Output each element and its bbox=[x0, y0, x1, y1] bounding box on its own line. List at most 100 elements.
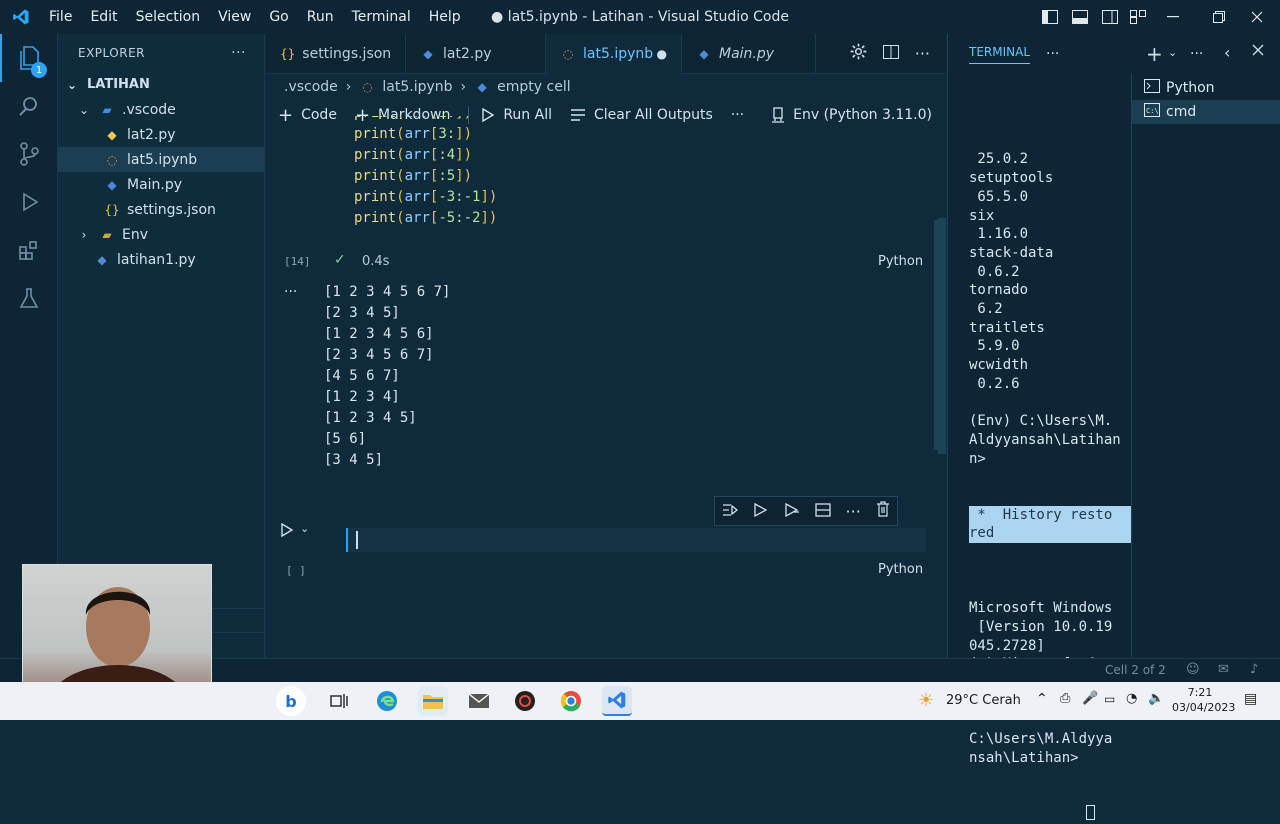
folder-root[interactable]: ⌄ LATIHAN bbox=[58, 72, 264, 97]
cell-more-icon[interactable]: ··· bbox=[846, 502, 861, 521]
clock[interactable]: 7:21 03/04/2023 bbox=[1172, 685, 1235, 715]
menu-file[interactable]: File bbox=[40, 9, 81, 25]
weather-text[interactable]: 29°C Cerah bbox=[946, 693, 1021, 708]
editor-more-icon[interactable]: ··· bbox=[915, 44, 930, 63]
vscode-logo-icon bbox=[10, 6, 32, 28]
split-cell-icon[interactable] bbox=[815, 502, 831, 521]
close-window-icon[interactable] bbox=[1234, 0, 1280, 34]
python-file-icon: ◆ bbox=[699, 47, 709, 61]
bing-icon[interactable]: b bbox=[276, 686, 306, 716]
terminal-item-python[interactable]: Python bbox=[1132, 76, 1280, 100]
minimize-icon[interactable] bbox=[1150, 0, 1196, 34]
close-panel-icon[interactable] bbox=[1252, 44, 1264, 59]
armoury-icon[interactable] bbox=[510, 686, 540, 716]
file-settings[interactable]: {} settings.json bbox=[58, 197, 264, 222]
terminal-list-divider bbox=[1131, 74, 1132, 658]
folder-env[interactable]: › ▰ Env bbox=[58, 222, 264, 247]
output-more-icon[interactable]: ··· bbox=[284, 284, 297, 300]
exec-time: 0.4s bbox=[362, 254, 390, 269]
file-lat5[interactable]: ◌ lat5.ipynb bbox=[58, 147, 264, 172]
breadcrumb-cell[interactable]: empty cell bbox=[497, 79, 570, 95]
chevron-down-icon[interactable]: ⌄ bbox=[300, 522, 309, 535]
terminal-more-icon[interactable]: ··· bbox=[1046, 46, 1059, 62]
mail-icon[interactable] bbox=[464, 686, 494, 716]
extensions-icon[interactable] bbox=[0, 226, 58, 274]
chevron-right-icon: › bbox=[81, 227, 87, 242]
menu-run[interactable]: Run bbox=[298, 9, 343, 25]
breadcrumb: .vscode › ◌ lat5.ipynb › ◆ empty cell bbox=[266, 74, 946, 100]
new-terminal-icon[interactable]: + bbox=[1146, 42, 1163, 66]
cell-language-1[interactable]: Python bbox=[878, 254, 923, 269]
file-latihan1[interactable]: ◆ latihan1.py bbox=[58, 247, 264, 272]
code-cell-1[interactable]: print(arr[1:]) print(arr[3:]) print(arr[… bbox=[354, 116, 924, 244]
python-file-icon: ◆ bbox=[107, 127, 117, 142]
tray-app-icon[interactable]: ⎙ bbox=[1060, 691, 1070, 706]
menu-go[interactable]: Go bbox=[260, 9, 297, 25]
cell-language-2[interactable]: Python bbox=[878, 562, 923, 577]
battery-icon[interactable]: ▭ bbox=[1104, 692, 1115, 706]
folder-vscode[interactable]: ⌄ ▰ .vscode bbox=[58, 97, 264, 122]
output-line: [1 2 3 4 5] bbox=[324, 410, 417, 426]
chrome-icon[interactable] bbox=[556, 686, 586, 716]
notification-center-icon[interactable]: ▤ bbox=[1244, 691, 1257, 707]
terminal-lines: 25.0.2 setuptools 65.5.0 six 1.16.0 stack-d… bbox=[969, 150, 1132, 468]
add-code-button[interactable]: + Code bbox=[278, 105, 337, 126]
cell-indicator[interactable]: Cell 2 of 2 bbox=[1105, 663, 1166, 677]
run-debug-icon[interactable] bbox=[0, 178, 58, 226]
file-lat2[interactable]: ◆ lat2.py bbox=[58, 122, 264, 147]
bell-icon[interactable]: ♪ bbox=[1250, 662, 1258, 677]
menu-terminal[interactable]: Terminal bbox=[343, 9, 420, 25]
search-icon[interactable] bbox=[0, 82, 58, 130]
testing-icon[interactable] bbox=[0, 274, 58, 322]
feedback-icon[interactable]: ☺ bbox=[1186, 662, 1200, 677]
menu-view[interactable]: View bbox=[209, 9, 260, 25]
explorer-more-icon[interactable]: ··· bbox=[231, 45, 246, 61]
terminal-line: (Env) C:\Users\M. bbox=[969, 413, 1113, 430]
source-control-icon[interactable] bbox=[0, 130, 58, 178]
breadcrumb-vscode[interactable]: .vscode bbox=[284, 79, 338, 95]
terminal-line: 045.2728] bbox=[969, 637, 1045, 654]
terminal-line: 25.0.2 bbox=[969, 151, 1029, 168]
file-explorer-icon[interactable] bbox=[418, 686, 448, 716]
unsaved-dot-icon[interactable]: ● bbox=[657, 47, 667, 61]
editor-area: {} settings.json ◆ lat2.py ◌ lat5.ipynb … bbox=[266, 34, 946, 658]
weather-icon[interactable]: ☀ bbox=[918, 690, 934, 711]
run-above-icon[interactable] bbox=[722, 502, 739, 521]
terminal-icon bbox=[1144, 79, 1160, 97]
edge-icon[interactable] bbox=[372, 686, 402, 716]
terminal-tab[interactable]: TERMINAL bbox=[969, 45, 1031, 64]
code-line: print(arr[-5:-2]) bbox=[354, 210, 498, 226]
tab-settings-json[interactable]: {} settings.json bbox=[266, 34, 406, 74]
run-cell-icon[interactable] bbox=[753, 502, 769, 521]
gear-icon[interactable] bbox=[850, 43, 867, 64]
run-below-icon[interactable] bbox=[784, 502, 800, 521]
tab-main[interactable]: ◆ Main.py bbox=[682, 34, 816, 74]
chevron-down-icon[interactable]: ⌄ bbox=[1168, 46, 1177, 59]
chevron-left-icon[interactable]: ‹ bbox=[1224, 43, 1230, 62]
notifications-icon[interactable]: ✉ bbox=[1218, 662, 1229, 677]
volume-icon[interactable]: 🔈 bbox=[1148, 691, 1164, 706]
delete-cell-icon[interactable] bbox=[876, 501, 890, 521]
task-view-icon[interactable] bbox=[324, 686, 354, 716]
jupyter-file-icon: ◌ bbox=[362, 80, 373, 94]
menu-edit[interactable]: Edit bbox=[81, 9, 126, 25]
file-main[interactable]: ◆ Main.py bbox=[58, 172, 264, 197]
menu-selection[interactable]: Selection bbox=[127, 9, 210, 25]
chevron-up-icon[interactable]: ⌃ bbox=[1036, 691, 1048, 707]
network-icon[interactable]: ◔ bbox=[1126, 691, 1137, 706]
microphone-icon[interactable]: 🎤 bbox=[1082, 691, 1098, 706]
breadcrumb-file[interactable]: lat5.ipynb bbox=[382, 79, 452, 95]
terminal-item-cmd[interactable]: C:\ cmd bbox=[1132, 100, 1280, 124]
terminal-line: 5.9.0 bbox=[969, 338, 1020, 355]
menu-help[interactable]: Help bbox=[420, 9, 470, 25]
tab-lat2[interactable]: ◆ lat2.py bbox=[406, 34, 546, 74]
cmd-icon: C:\ bbox=[1144, 103, 1160, 121]
panel-more-icon[interactable]: ··· bbox=[1190, 46, 1203, 62]
explorer-icon[interactable]: 1 bbox=[0, 34, 58, 82]
terminal-line: * History resto bbox=[969, 506, 1113, 523]
empty-cell-input[interactable] bbox=[346, 528, 926, 552]
vscode-taskbar-icon[interactable] bbox=[602, 686, 632, 716]
split-editor-icon[interactable] bbox=[882, 44, 899, 63]
execute-cell-button[interactable] bbox=[280, 522, 294, 541]
tab-lat5[interactable]: ◌ lat5.ipynb ● bbox=[546, 34, 682, 74]
